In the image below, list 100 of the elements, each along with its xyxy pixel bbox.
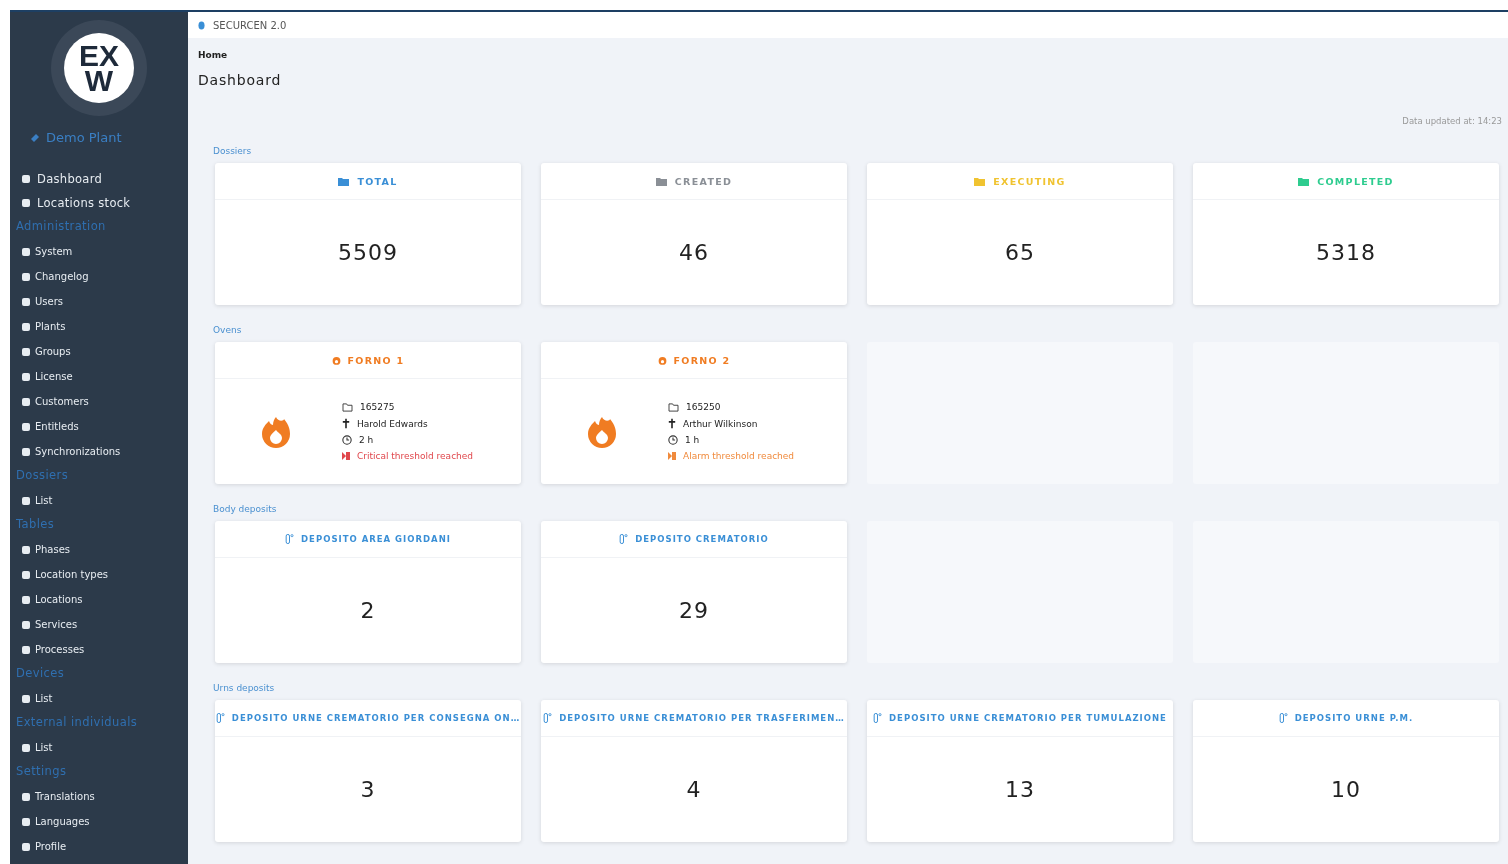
menu-item-icon [21, 371, 31, 382]
menu-item-icon [21, 246, 31, 257]
menu-item-icon [21, 619, 31, 630]
card-title: DEPOSITO CREMATORIO [635, 534, 769, 544]
sidebar-item[interactable]: Dashboard [10, 167, 188, 191]
cross-icon [342, 418, 350, 429]
menu-section-heading: Settings [15, 763, 68, 780]
card-title: DEPOSITO URNE CREMATORIO PER TUMULAZIONE [889, 713, 1167, 723]
sidebar-item[interactable]: System [10, 239, 188, 264]
dossier-number: 165275 [360, 402, 395, 412]
card-value: 13 [1005, 777, 1035, 802]
sidebar-item[interactable]: Phases [10, 537, 188, 562]
sidebar-item[interactable]: Customers [10, 389, 188, 414]
menu-item-icon [21, 174, 31, 184]
card-value: 5318 [1316, 240, 1376, 265]
menu-item-icon [21, 396, 31, 407]
card-title: COMPLETED [1317, 175, 1394, 187]
sidebar-item[interactable]: Entitleds [10, 414, 188, 439]
menu-item-icon [21, 594, 31, 605]
deceased-name: Harold Edwards [357, 418, 428, 429]
card-title: DEPOSITO URNE CREMATORIO PER CONSEGNA ON… [231, 713, 521, 723]
menu-item-icon [21, 495, 31, 506]
menu-section-heading: Administration [15, 218, 107, 235]
sidebar-item[interactable]: List [10, 686, 188, 711]
menu-item-icon [21, 271, 31, 282]
elapsed-time: 2 h [359, 435, 374, 445]
menu-item-icon [21, 198, 31, 208]
fire-icon [657, 355, 667, 365]
card-title: TOTAL [357, 175, 398, 187]
folder-icon [342, 402, 353, 412]
menu-item-icon [21, 841, 31, 852]
section-label: Urns deposits [213, 683, 275, 693]
card-value: 3 [360, 777, 376, 802]
sidebar-item[interactable]: List [10, 735, 188, 760]
menu-item-icon [21, 816, 31, 827]
card-title: FORNO 2 [673, 354, 731, 366]
menu-section-heading: Tables [15, 516, 56, 533]
flame-icon [262, 415, 290, 448]
sidebar-item[interactable]: Locations stock [10, 191, 188, 215]
menu-item-icon [21, 346, 31, 357]
menu-item-icon [21, 421, 31, 432]
breadcrumb[interactable]: Home [198, 50, 228, 60]
sidebar-item[interactable]: License [10, 364, 188, 389]
logo: EX W [51, 20, 147, 116]
sidebar-item[interactable]: Profile [10, 834, 188, 859]
alert-message: Alarm threshold reached [683, 451, 795, 461]
card-value: 46 [679, 240, 709, 265]
menu-item-icon [21, 544, 31, 555]
clock-icon [668, 435, 678, 445]
sidebar-item[interactable]: Languages [10, 809, 188, 834]
cross-icon [668, 418, 676, 429]
section-label: Body deposits [213, 504, 277, 514]
folder-icon [668, 402, 679, 412]
card-value: 65 [1005, 240, 1035, 265]
menu-section-heading: Dossiers [15, 467, 70, 484]
card-title: FORNO 1 [347, 354, 405, 366]
section-label: Ovens [213, 325, 242, 335]
menu-item-icon [21, 569, 31, 580]
card-title: DEPOSITO AREA GIORDANI [301, 534, 451, 544]
sidebar-item[interactable]: Plants [10, 314, 188, 339]
card-title: CREATED [674, 175, 733, 187]
sidebar-item[interactable]: Locations [10, 587, 188, 612]
page-title: Dashboard [198, 72, 283, 88]
card-value: 2 [360, 598, 376, 623]
update-time: Data updated at: 14:23 [1402, 116, 1502, 126]
menu-section-heading: External individuals [15, 714, 139, 731]
card-value: 4 [686, 777, 702, 802]
dossier-number: 165250 [686, 402, 721, 412]
card-title: DEPOSITO URNE P.M. [1294, 713, 1414, 723]
sidebar-item[interactable]: Location types [10, 562, 188, 587]
deceased-name: Arthur Wilkinson [683, 418, 758, 429]
menu-item-icon [21, 321, 31, 332]
menu-item-icon [21, 791, 31, 802]
menu-item-icon [21, 446, 31, 457]
sidebar-item[interactable]: Groups [10, 339, 188, 364]
elapsed-time: 1 h [685, 435, 700, 445]
menu-item-icon [21, 742, 31, 753]
card-title: DEPOSITO URNE CREMATORIO PER TRASFERIMEN… [559, 713, 845, 723]
sidebar-item[interactable]: Synchronizations [10, 439, 188, 464]
app-title: SECURCEN 2.0 [213, 19, 287, 31]
menu-section-heading: Devices [15, 665, 66, 682]
sidebar-item[interactable]: Services [10, 612, 188, 637]
sidebar-item[interactable]: List [10, 488, 188, 513]
card-value: 10 [1331, 777, 1361, 802]
section-label: Dossiers [213, 146, 252, 156]
sidebar-item[interactable]: Translations [10, 784, 188, 809]
card-value: 5509 [338, 240, 398, 265]
menu-item-icon [21, 693, 31, 704]
clock-icon [342, 435, 352, 445]
sidebar-item[interactable]: Processes [10, 637, 188, 662]
card-title: EXECUTING [993, 175, 1066, 187]
fire-icon [331, 355, 341, 365]
menu-item-icon [21, 644, 31, 655]
flame-icon [588, 415, 616, 448]
menu-item-icon [21, 296, 31, 307]
sidebar-item[interactable]: Changelog [10, 264, 188, 289]
alert-message: Critical threshold reached [357, 451, 474, 461]
sidebar-item[interactable]: Users [10, 289, 188, 314]
egg-icon [198, 20, 205, 30]
card-value: 29 [679, 598, 709, 623]
